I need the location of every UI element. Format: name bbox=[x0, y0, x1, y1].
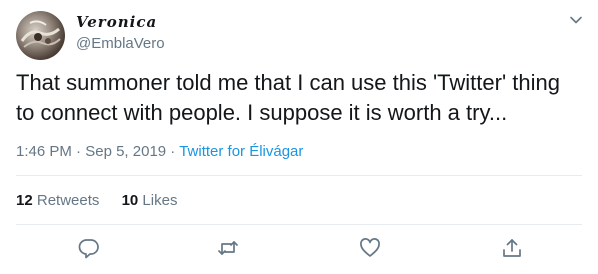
divider bbox=[16, 175, 582, 176]
likes-count: 10 bbox=[121, 192, 139, 209]
likes-stat[interactable]: 10 Likes bbox=[122, 192, 178, 209]
avatar[interactable] bbox=[16, 11, 65, 60]
display-name[interactable]: Veronica bbox=[76, 13, 157, 31]
retweets-count: 12 bbox=[16, 192, 33, 209]
user-handle[interactable]: @EmblaVero bbox=[76, 35, 165, 52]
tweet-stats: 12 Retweets 10 Likes bbox=[16, 192, 195, 209]
tweet-time[interactable]: 1:46 PM bbox=[16, 143, 72, 160]
tweet-card: Veronica @EmblaVero That summoner told m… bbox=[0, 0, 598, 274]
likes-label: Likes bbox=[142, 192, 178, 209]
heart-icon[interactable] bbox=[359, 237, 381, 259]
chevron-down-icon[interactable] bbox=[568, 12, 584, 28]
retweets-label: Retweets bbox=[36, 192, 100, 209]
share-icon[interactable] bbox=[501, 237, 523, 259]
retweet-icon[interactable] bbox=[217, 237, 239, 259]
retweets-stat[interactable]: 12 Retweets bbox=[16, 192, 99, 209]
tweet-meta: 1:46 PM · Sep 5, 2019 · Twitter for Éliv… bbox=[16, 143, 303, 160]
action-bar bbox=[0, 237, 598, 261]
tweet-date[interactable]: Sep 5, 2019 bbox=[85, 143, 166, 160]
meta-separator: · bbox=[71, 143, 86, 160]
reply-icon[interactable] bbox=[78, 237, 100, 259]
meta-separator: · bbox=[166, 143, 180, 160]
tweet-source-link[interactable]: Twitter for Élivágar bbox=[179, 143, 303, 160]
divider bbox=[16, 224, 582, 225]
tweet-text: That summoner told me that I can use thi… bbox=[16, 70, 560, 125]
